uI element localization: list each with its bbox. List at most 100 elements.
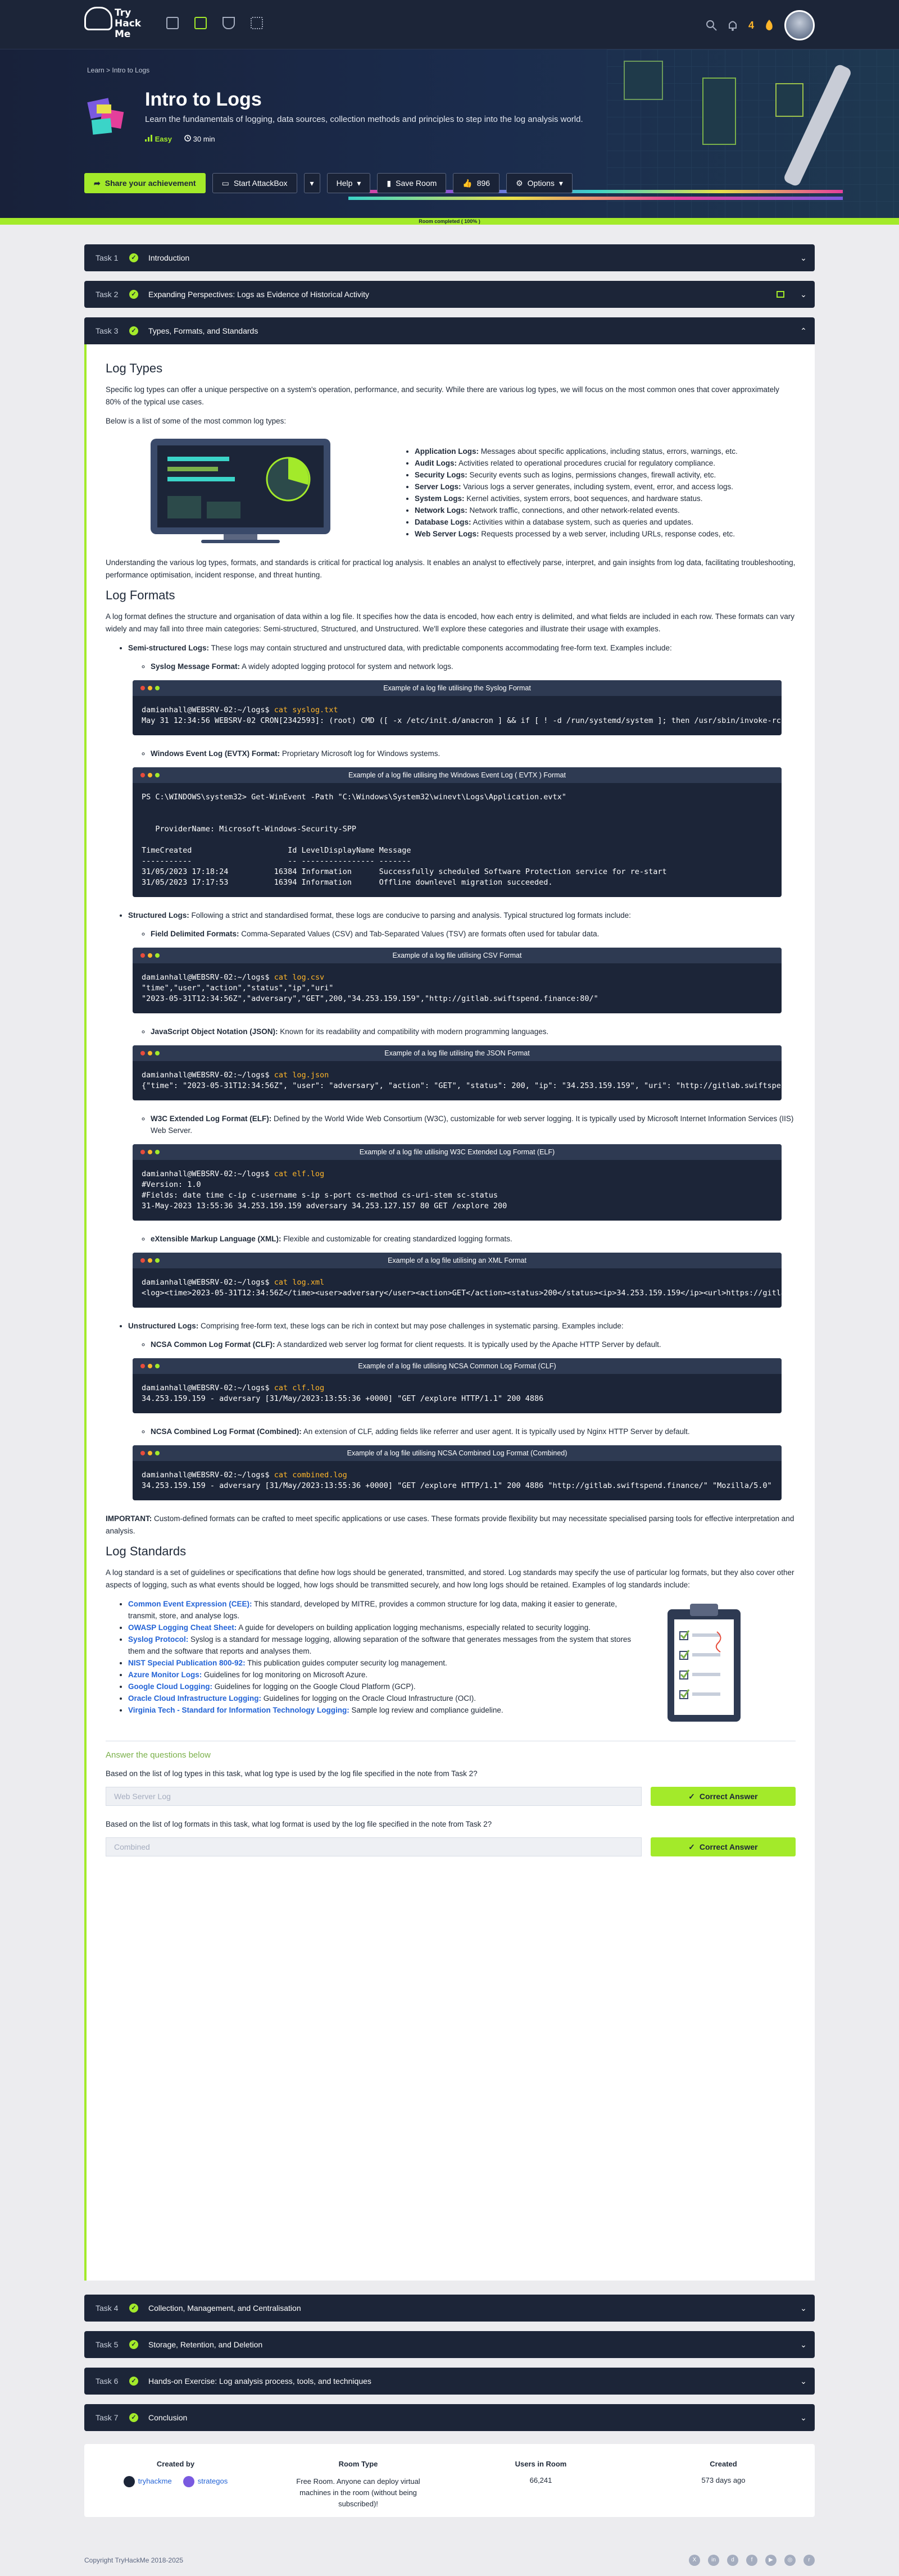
paragraph: A log standard is a set of guidelines or… xyxy=(106,1568,794,1589)
chevron-down-icon[interactable]: ⌄ xyxy=(792,2413,815,2423)
standard-link[interactable]: NIST Special Publication 800-92: xyxy=(128,1659,246,1667)
answer-row-2: Combined ✓ Correct Answer xyxy=(106,1837,796,1856)
bell-icon[interactable] xyxy=(727,19,738,31)
x-twitter-icon[interactable]: X xyxy=(689,2555,700,2566)
task-number: Task 3 xyxy=(96,326,119,335)
share-achievement-button[interactable]: ➦ Share your achievement xyxy=(84,173,206,193)
terminal-text: PS C:\WINDOWS\system32> Get-WinEvent -Pa… xyxy=(142,793,667,887)
item-title: JavaScript Object Notation (JSON): xyxy=(151,1027,278,1036)
tryhackme-logo[interactable]: Try Hack Me xyxy=(84,7,152,43)
terminal-output: damianhall@WEBSRV-02:~/logs$ cat syslog.… xyxy=(133,696,782,735)
standard-link[interactable]: Virginia Tech - Standard for Information… xyxy=(128,1706,349,1714)
list-item: eXtensible Markup Language (XML): Flexib… xyxy=(151,1233,796,1245)
correct-answer-button[interactable]: ✓ Correct Answer xyxy=(650,1837,796,1856)
task-number: Task 4 xyxy=(96,2304,119,2313)
check-icon: ✓ xyxy=(688,1842,695,1851)
standard-link[interactable]: OWASP Logging Cheat Sheet: xyxy=(128,1623,237,1632)
task-header-7[interactable]: Task 7 ✓ Conclusion ⌄ xyxy=(84,2404,815,2431)
breadcrumb-learn[interactable]: Learn xyxy=(87,66,105,74)
sub-list: Windows Event Log (EVTX) Format: Proprie… xyxy=(151,748,796,759)
standard-link[interactable]: Syslog Protocol: xyxy=(128,1635,188,1644)
question-1: Based on the list of log types in this t… xyxy=(106,1769,478,1778)
item-title: W3C Extended Log Format (ELF): xyxy=(151,1114,272,1123)
youtube-icon[interactable]: ▶ xyxy=(765,2555,777,2566)
item-title: Security Logs: xyxy=(415,471,467,479)
answer-field-1[interactable]: Web Server Log xyxy=(106,1787,642,1806)
terminal-output: damianhall@WEBSRV-02:~/logs$ cat elf.log… xyxy=(133,1160,782,1221)
start-attackbox-button[interactable]: ▭ Start AttackBox xyxy=(212,173,297,193)
terminal-combined: Example of a log file utilising NCSA Com… xyxy=(133,1445,782,1500)
instagram-icon[interactable]: ◎ xyxy=(784,2555,796,2566)
list-item: Semi-structured Logs: These logs may con… xyxy=(128,642,796,654)
task-title: Hands-on Exercise: Log analysis process,… xyxy=(148,2377,371,2386)
list-item: Google Cloud Logging: Guidelines for log… xyxy=(128,1681,634,1692)
log-types-row: Application Logs: Messages about specifi… xyxy=(106,434,796,547)
likes-count: 896 xyxy=(476,179,491,188)
standard-link[interactable]: Oracle Cloud Infrastructure Logging: xyxy=(128,1694,261,1703)
task-3-content: Log Types Specific log types can offer a… xyxy=(84,344,815,2281)
hero-panel-decoration xyxy=(624,61,663,100)
correct-answer-button[interactable]: ✓ Correct Answer xyxy=(650,1787,796,1806)
chevron-down-icon[interactable]: ⌄ xyxy=(792,290,815,299)
task-number: Task 6 xyxy=(96,2377,119,2386)
log-types-heading: Log Types xyxy=(106,361,163,375)
linkedin-icon[interactable]: in xyxy=(708,2555,719,2566)
task-header-6[interactable]: Task 6 ✓ Hands-on Exercise: Log analysis… xyxy=(84,2368,815,2395)
check-icon: ✓ xyxy=(688,1791,695,1801)
task-header-3[interactable]: Task 3 ✓ Types, Formats, and Standards ⌃ xyxy=(84,317,815,344)
creator-name[interactable]: strategos xyxy=(198,2477,228,2485)
task-header-5[interactable]: Task 5 ✓ Storage, Retention, and Deletio… xyxy=(84,2331,815,2358)
learn-icon[interactable] xyxy=(194,17,207,29)
standard-link[interactable]: Azure Monitor Logs: xyxy=(128,1671,202,1679)
help-label: Help xyxy=(336,179,353,188)
terminal-title-bar: Example of a log file utilising CSV Form… xyxy=(133,948,782,963)
format-list: Structured Logs: Following a strict and … xyxy=(128,909,796,921)
duration-label: 30 min xyxy=(193,135,215,143)
terminal-output: damianhall@WEBSRV-02:~/logs$ cat log.jso… xyxy=(133,1061,782,1100)
item-text: Comprising free-form text, these logs ca… xyxy=(198,1322,624,1330)
standard-link[interactable]: Common Event Expression (CEE): xyxy=(128,1600,252,1608)
download-file-icon[interactable] xyxy=(777,291,784,298)
chevron-up-icon[interactable]: ⌃ xyxy=(792,326,815,336)
item-text: Kernel activities, system errors, boot s… xyxy=(464,494,703,503)
item-text: Requests processed by a web server, incl… xyxy=(479,530,735,538)
item-text: Guidelines for logging on the Google Clo… xyxy=(212,1682,416,1691)
task-number: Task 2 xyxy=(96,290,119,299)
chevron-down-icon[interactable]: ⌄ xyxy=(792,2340,815,2350)
users-column: Users in Room 66,241 xyxy=(450,2444,632,2517)
chevron-down-icon[interactable]: ⌄ xyxy=(792,2377,815,2386)
save-room-button[interactable]: ▮ Save Room xyxy=(377,173,447,193)
check-icon: ✓ xyxy=(129,326,138,335)
task-header-2[interactable]: Task 2 ✓ Expanding Perspectives: Logs as… xyxy=(84,281,815,308)
log-standards-heading: Log Standards xyxy=(106,1544,187,1558)
standard-link[interactable]: Google Cloud Logging: xyxy=(128,1682,212,1691)
search-icon[interactable] xyxy=(706,20,717,31)
creator[interactable]: strategos xyxy=(183,2476,228,2487)
trophy-icon[interactable] xyxy=(223,17,235,29)
facebook-icon[interactable]: f xyxy=(746,2555,757,2566)
creator[interactable]: tryhackme xyxy=(123,2476,172,2487)
help-button[interactable]: Help ▾ xyxy=(326,173,371,193)
discord-icon[interactable]: d xyxy=(727,2555,738,2566)
list-item: Field Delimited Formats: Comma-Separated… xyxy=(151,928,796,940)
like-button[interactable]: 👍 896 xyxy=(453,173,500,193)
task-header-1[interactable]: Task 1 ✓ Introduction ⌄ xyxy=(84,244,815,271)
task-header-4[interactable]: Task 4 ✓ Collection, Management, and Cen… xyxy=(84,2295,815,2322)
chevron-down-icon[interactable]: ⌄ xyxy=(792,253,815,263)
reddit-icon[interactable]: r xyxy=(803,2555,815,2566)
creator-name[interactable]: tryhackme xyxy=(138,2477,172,2485)
grid-menu-icon[interactable] xyxy=(251,17,263,29)
item-text: This publication guides computer securit… xyxy=(245,1659,447,1667)
task-number: Task 5 xyxy=(96,2340,119,2349)
streak-count[interactable]: 4 xyxy=(748,20,754,31)
chevron-down-icon[interactable]: ⌄ xyxy=(792,2304,815,2313)
dashboard-icon[interactable] xyxy=(166,17,179,29)
standards-row: Common Event Expression (CEE): This stan… xyxy=(106,1598,796,1727)
task-title: Conclusion xyxy=(148,2413,188,2422)
user-avatar[interactable] xyxy=(784,10,815,40)
terminal-prompt: damianhall@WEBSRV-02:~/logs$ xyxy=(142,1471,274,1480)
window-dots-icon xyxy=(140,1364,160,1368)
answer-field-2[interactable]: Combined xyxy=(106,1837,642,1856)
attackbox-dropdown-button[interactable]: ▾ xyxy=(303,173,320,193)
options-button[interactable]: ⚙ Options ▾ xyxy=(506,173,573,193)
